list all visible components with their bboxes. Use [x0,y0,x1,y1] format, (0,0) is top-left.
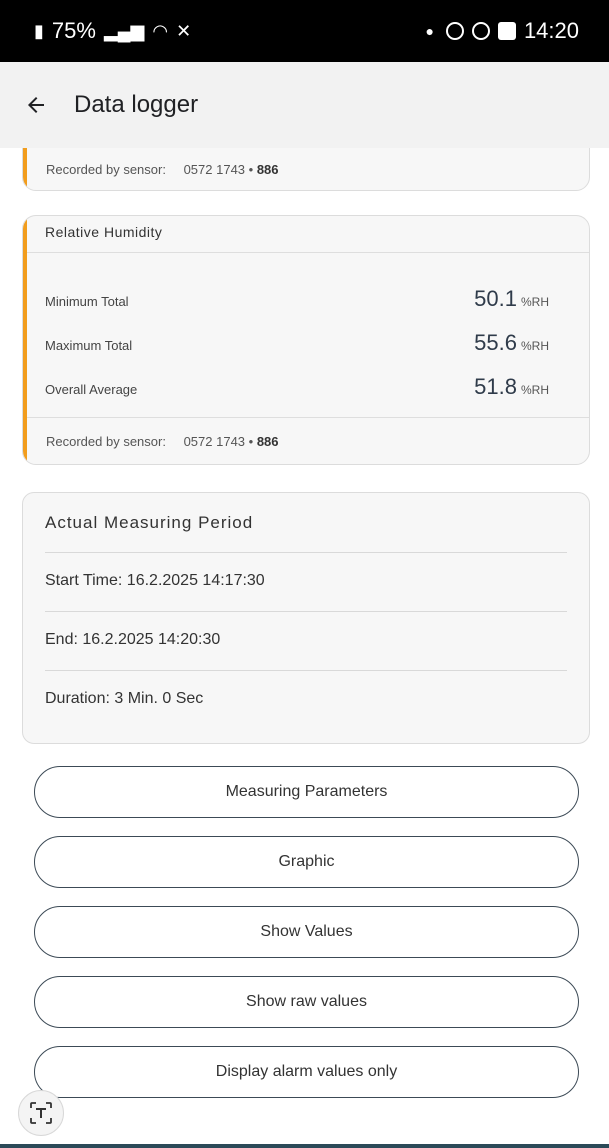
stat-row-min: Minimum Total 50.1 %RH [45,286,549,312]
stat-value: 55.6 [474,330,517,355]
stat-unit: %RH [520,339,549,353]
app-bar: Data logger [0,62,609,148]
stat-unit: %RH [520,295,549,309]
divider [45,552,567,553]
duration: Duration: 3 Min. 0 Sec [45,690,204,707]
recorded-by-row: Recorded by sensor: 0572 1743 • 886 [46,434,279,449]
sensor-id: 0572 1743 • [183,162,254,177]
wifi-icon: ◠ [152,20,169,41]
stat-unit: %RH [520,383,549,397]
status-right: ● 14:20 [425,18,579,44]
card-accent [23,216,27,464]
end-time: End: 16.2.2025 14:20:30 [45,631,221,648]
battery-level: 75% [51,18,96,43]
content-area[interactable]: Recorded by sensor: 0572 1743 • 886 Rela… [0,148,609,1148]
sensor-number: 886 [256,162,279,177]
status-left: ▮ 75% ▂▄▆ ◠ ✕ [34,18,191,44]
recorded-label: Recorded by sensor: [46,162,166,177]
recorded-label: Recorded by sensor: [46,434,166,449]
measuring-parameters-button[interactable]: Measuring Parameters [34,766,579,818]
stat-row-avg: Overall Average 51.8 %RH [45,374,549,400]
stat-label: Overall Average [45,382,138,397]
stat-label: Maximum Total [45,338,133,353]
stat-label: Minimum Total [45,294,129,309]
signal-icon: ▂▄▆ [103,20,145,41]
sensor-number: 886 [256,434,279,449]
divider [45,611,567,612]
period-title: Actual Measuring Period [45,513,254,532]
notification-dot-icon: ● [425,23,434,39]
alarm-values-only-button[interactable]: Display alarm values only [34,1046,579,1098]
divider [27,252,589,253]
stat-value: 50.1 [474,286,517,311]
stat-row-max: Maximum Total 55.6 %RH [45,330,549,356]
status-bar: ▮ 75% ▂▄▆ ◠ ✕ ● 14:20 [0,0,609,62]
show-raw-values-button[interactable]: Show raw values [34,976,579,1028]
measuring-period-card: Actual Measuring Period Start Time: 16.2… [22,492,590,744]
bottom-edge-bar [0,1144,609,1148]
text-scan-icon [30,1102,52,1124]
recorded-by-row: Recorded by sensor: 0572 1743 • 886 [46,162,279,177]
humidity-card-title: Relative Humidity [45,224,163,240]
divider [45,670,567,671]
text-scan-button[interactable] [18,1090,64,1136]
gallery-icon [497,22,516,40]
humidity-card: Relative Humidity Minimum Total 50.1 %RH … [22,215,590,465]
stat-value-wrap: 50.1 %RH [474,286,549,312]
stat-value: 51.8 [474,374,517,399]
chat-icon [445,22,464,40]
back-arrow-icon[interactable] [24,93,48,117]
sensor-card-top: Recorded by sensor: 0572 1743 • 886 [22,148,590,191]
battery-icon: ▮ [34,20,44,41]
page-title: Data logger [74,91,199,118]
start-time: Start Time: 16.2.2025 14:17:30 [45,572,265,589]
whatsapp-icon [471,22,490,40]
sensor-id: 0572 1743 • [183,434,254,449]
show-values-button[interactable]: Show Values [34,906,579,958]
stat-value-wrap: 55.6 %RH [474,330,549,356]
divider [27,417,589,418]
stat-value-wrap: 51.8 %RH [474,374,549,400]
card-accent [23,148,27,190]
graphic-button[interactable]: Graphic [34,836,579,888]
clock: 14:20 [523,18,579,43]
mute-icon: ✕ [176,20,192,41]
